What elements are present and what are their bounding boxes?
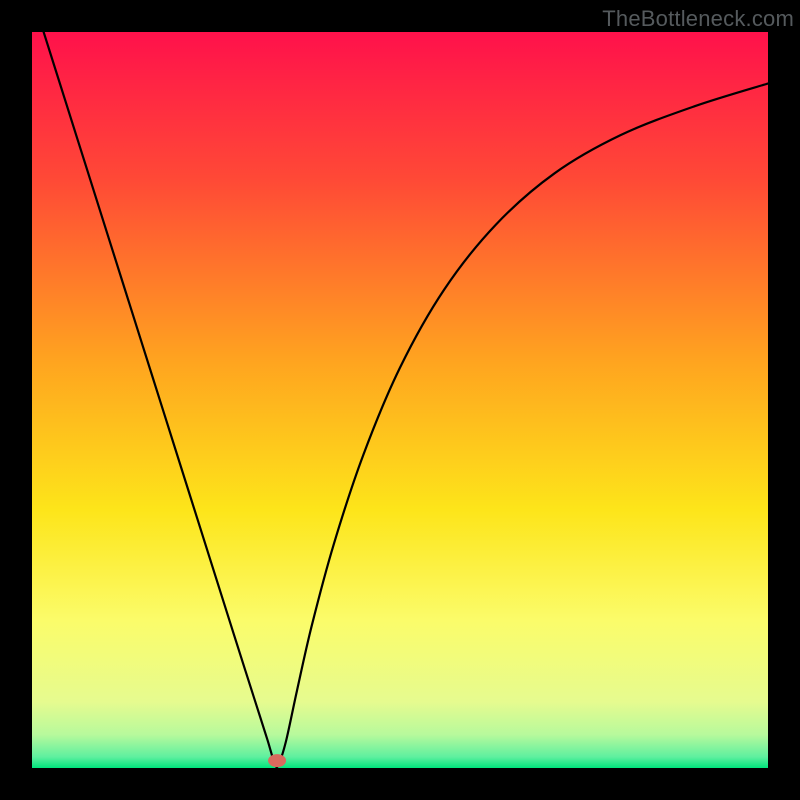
chart-svg: [32, 32, 768, 768]
gradient-background: [32, 32, 768, 768]
minimum-marker: [268, 754, 286, 767]
plot-area: [32, 32, 768, 768]
watermark-text: TheBottleneck.com: [602, 6, 794, 32]
chart-container: TheBottleneck.com: [0, 0, 800, 800]
